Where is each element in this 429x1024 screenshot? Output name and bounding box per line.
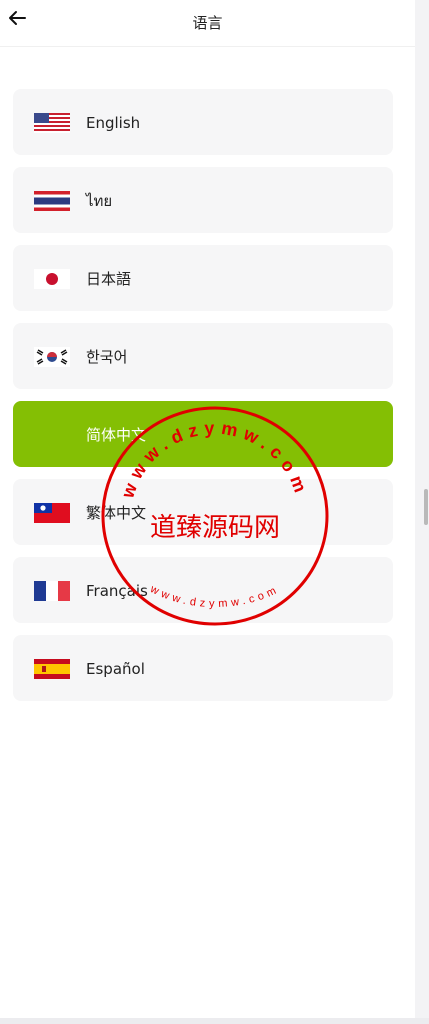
france-flag-icon [34, 581, 70, 601]
spain-flag-icon [34, 659, 70, 679]
language-item-korean[interactable]: 한국어 [13, 323, 393, 389]
scrollbar-thumb[interactable] [424, 489, 428, 525]
korea-flag-icon [34, 347, 70, 367]
taiwan-flag-icon [34, 503, 70, 523]
language-label: 한국어 [86, 348, 128, 366]
language-item-japanese[interactable]: 日本語 [13, 245, 393, 311]
header-bar: 语言 [0, 0, 415, 47]
language-label: 日本語 [86, 270, 132, 288]
language-settings-page: 语言 English ไทย 日本語 한국어 简体中文 繁体中文 Françai… [0, 0, 415, 1018]
language-label: English [86, 114, 141, 132]
language-item-spanish[interactable]: Español [13, 635, 393, 701]
language-label: Français [86, 582, 148, 600]
language-list: English ไทย 日本語 한국어 简体中文 繁体中文 Français E… [13, 89, 393, 713]
us-flag-icon [34, 113, 70, 133]
language-label: Español [86, 660, 145, 678]
language-item-simplified-chinese[interactable]: 简体中文 [13, 401, 393, 467]
bottom-edge-bar [0, 1018, 429, 1024]
language-item-thai[interactable]: ไทย [13, 167, 393, 233]
language-label: 简体中文 [86, 426, 147, 444]
page-title: 语言 [192, 14, 223, 32]
japan-flag-icon [34, 269, 70, 289]
language-item-french[interactable]: Français [13, 557, 393, 623]
language-label: ไทย [86, 192, 113, 210]
thailand-flag-icon [34, 191, 70, 211]
language-item-traditional-chinese[interactable]: 繁体中文 [13, 479, 393, 545]
language-label: 繁体中文 [86, 504, 147, 522]
language-item-english[interactable]: English [13, 89, 393, 155]
